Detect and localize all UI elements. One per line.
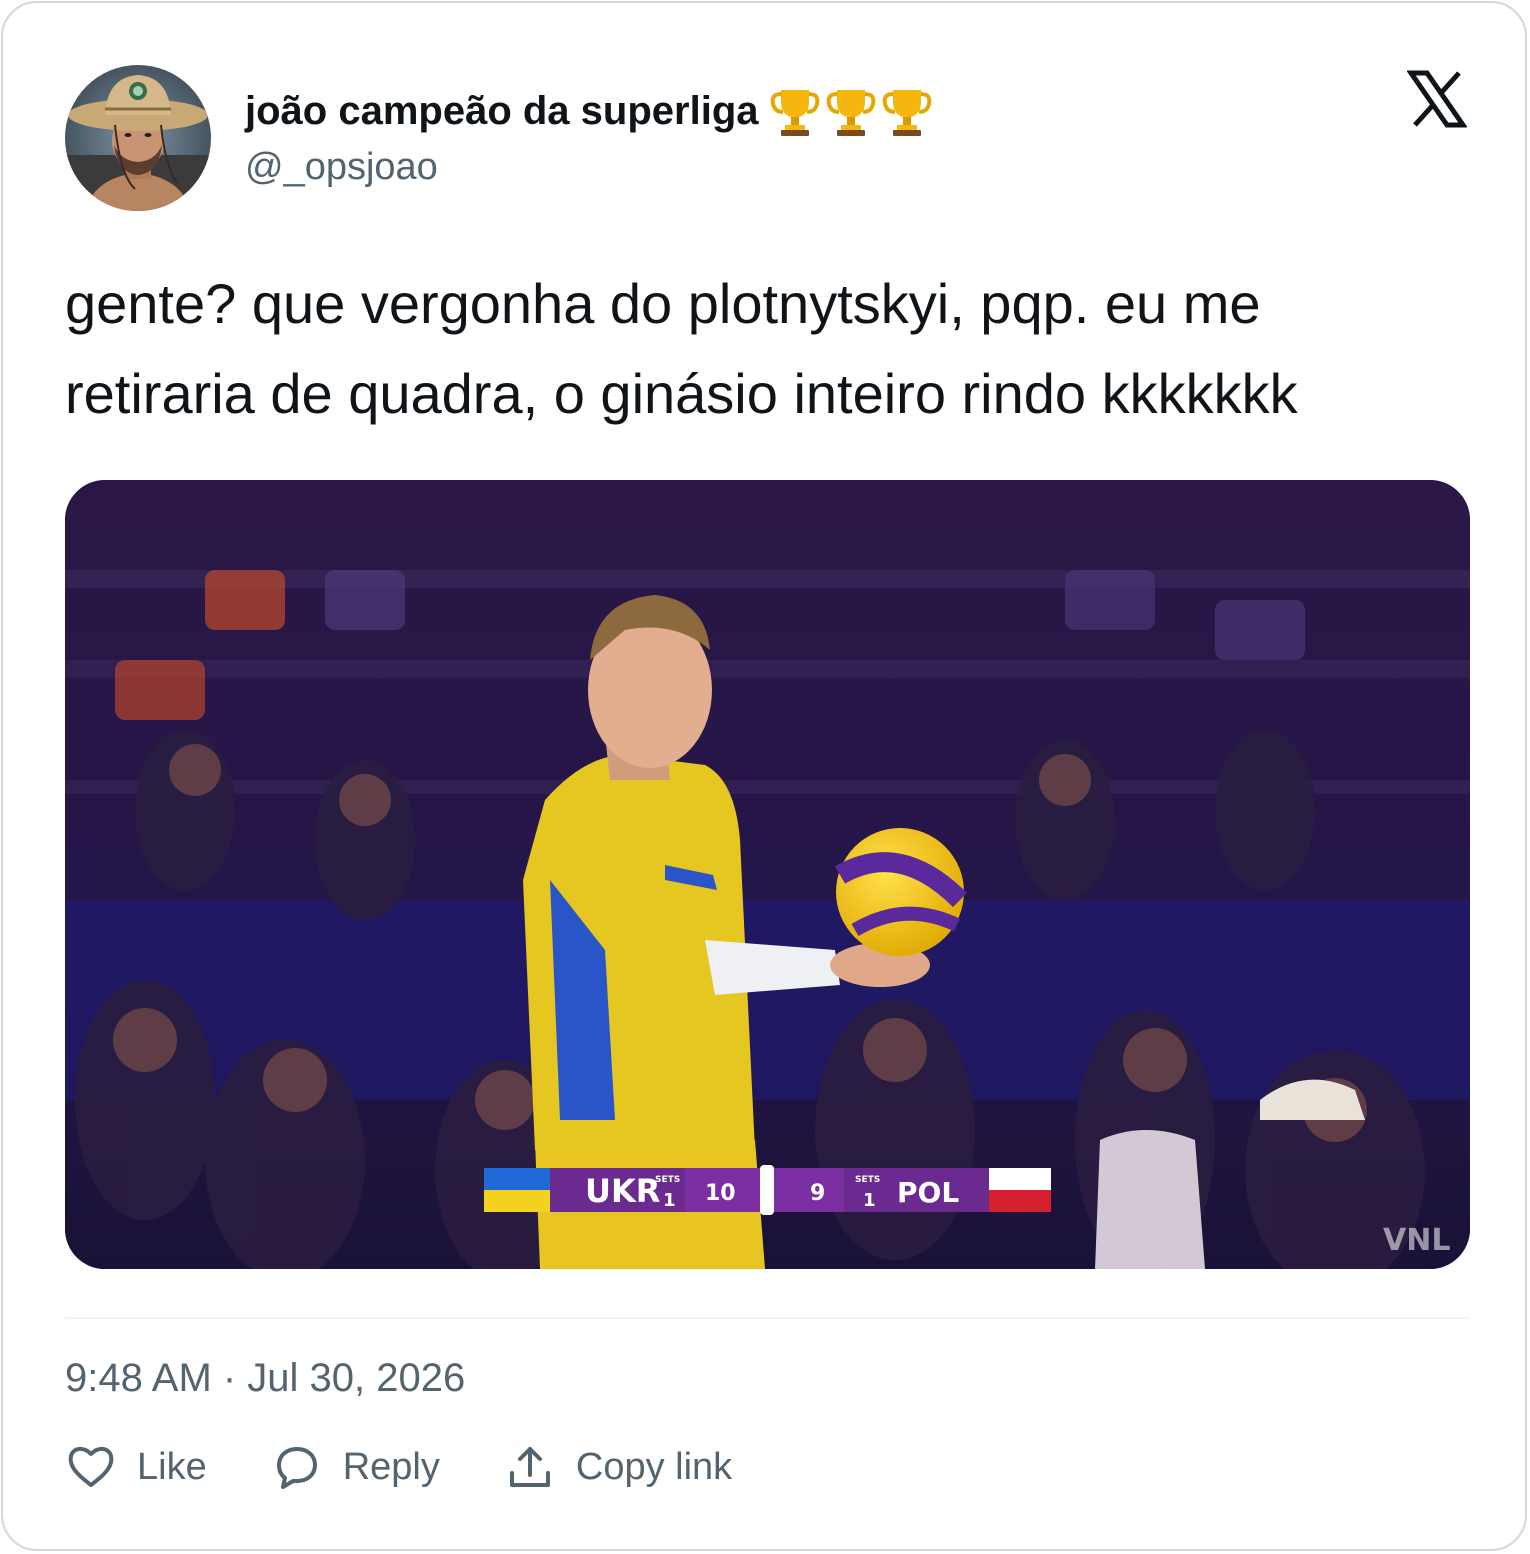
tweet-actions: Like Reply Copy link <box>65 1439 796 1495</box>
vnl-watermark: VNL <box>1383 1223 1450 1258</box>
avatar-image <box>65 65 211 211</box>
away-points: 9 <box>810 1181 825 1206</box>
trophy-icon <box>882 90 931 136</box>
reply-label: Reply <box>342 1445 440 1488</box>
author-display-name[interactable]: joão campeão da superliga <box>245 83 933 139</box>
scoreboard: UKR SETS 1 10 9 SETS 1 POL <box>484 1165 1051 1215</box>
away-sets-value: 1 <box>863 1190 876 1211</box>
like-label: Like <box>137 1445 207 1488</box>
x-logo-icon[interactable] <box>1407 69 1467 129</box>
reply-bubble-icon <box>276 1447 317 1489</box>
trophy-icon <box>826 90 875 136</box>
trophy-icon <box>770 90 819 136</box>
avatar[interactable] <box>65 65 211 211</box>
away-team-label: POL <box>897 1176 959 1209</box>
share-upload-icon <box>509 1447 550 1487</box>
author-handle[interactable]: @_opsjoao <box>245 143 438 191</box>
home-sets-label: SETS <box>655 1175 680 1185</box>
away-sets-label: SETS <box>855 1175 880 1185</box>
volleyball-photo: UKR SETS 1 10 9 SETS 1 POL VNL <box>65 480 1470 1269</box>
home-sets-value: 1 <box>663 1190 676 1211</box>
home-points: 10 <box>705 1181 736 1206</box>
display-name-text: joão campeão da superliga <box>245 89 759 133</box>
copy-link-button[interactable]: Copy link <box>504 1441 732 1493</box>
like-button[interactable]: Like <box>65 1441 207 1493</box>
tweet-card: joão campeão da superliga @_opsjoao gent… <box>1 1 1527 1551</box>
home-team-label: UKR <box>585 1172 660 1210</box>
trophy-badges <box>769 84 933 138</box>
copy-link-label: Copy link <box>575 1445 733 1488</box>
heart-icon <box>68 1447 114 1487</box>
reply-button[interactable]: Reply <box>271 1441 440 1493</box>
tweet-media-image[interactable]: UKR SETS 1 10 9 SETS 1 POL VNL <box>65 480 1470 1269</box>
tweet-timestamp[interactable]: 9:48 AM · Jul 30, 2026 <box>65 1353 465 1403</box>
divider <box>65 1317 1470 1319</box>
tweet-text: gente? que vergonha do plotnytskyi, pqp.… <box>65 272 1298 425</box>
